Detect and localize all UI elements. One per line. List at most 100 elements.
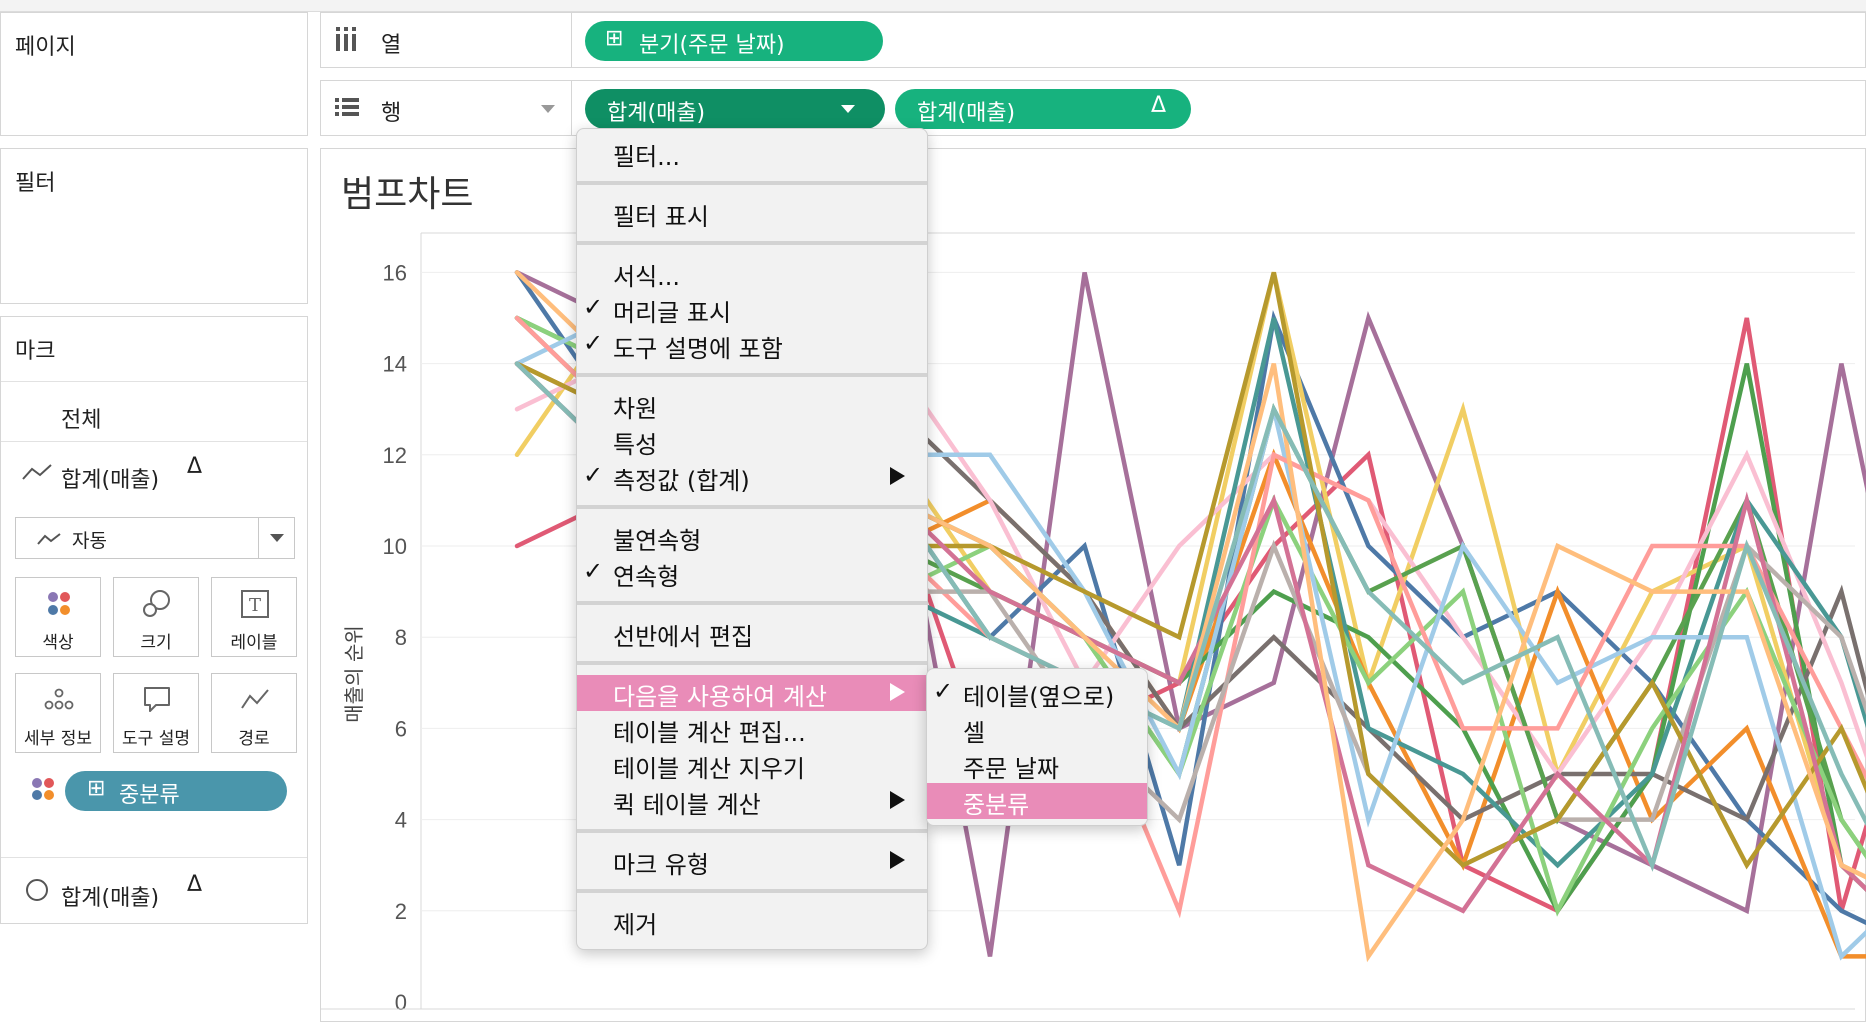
color-button[interactable]: 색상	[15, 577, 101, 657]
path-icon	[241, 689, 269, 709]
rows-pill-sales-1[interactable]: 합계(매출)	[585, 89, 885, 129]
detail-button-label: 세부 정보	[24, 729, 92, 749]
chevron-down-icon[interactable]	[258, 518, 294, 558]
submenu-item-cell[interactable]: 셀	[927, 711, 1147, 747]
path-button-label: 경로	[238, 729, 270, 749]
size-icon	[143, 590, 170, 617]
line-mark-icon	[37, 533, 61, 545]
columns-icon	[336, 27, 356, 51]
menu-item-dimension[interactable]: 차원	[577, 387, 927, 423]
submenu-item-subcategory[interactable]: 중분류	[927, 783, 1147, 819]
menu-item-attribute[interactable]: 특성	[577, 423, 927, 459]
menu-item-quick-table-calc[interactable]: 퀵 테이블 계산	[577, 783, 927, 819]
pages-card: 페이지	[0, 12, 308, 136]
menu-item-show-header[interactable]: ✓ 머리글 표시	[577, 291, 927, 327]
color-field-pill-label: 중분류	[119, 783, 180, 808]
y-tick-label: 6	[395, 716, 407, 741]
detail-button[interactable]: 세부 정보	[15, 673, 101, 753]
tooltip-button-label: 도구 설명	[122, 729, 190, 749]
y-tick-label: 12	[383, 443, 407, 468]
menu-item-edit-in-shelf[interactable]: 선반에서 편집	[577, 615, 927, 651]
tooltip-icon	[144, 687, 170, 712]
path-button[interactable]: 경로	[211, 673, 297, 753]
delta-icon: Δ	[187, 454, 203, 479]
y-tick-label: 14	[383, 352, 407, 377]
y-axis-title: 매출의 순위	[343, 625, 366, 723]
check-icon: ✓	[933, 677, 954, 705]
shelf-divider	[571, 81, 572, 135]
columns-shelf-label: 열	[381, 33, 402, 58]
marks-all-tab[interactable]: 전체	[1, 381, 307, 441]
color-dots-icon	[48, 592, 70, 615]
color-button-label: 색상	[42, 633, 74, 653]
menu-item-clear-table-calc[interactable]: 테이블 계산 지우기	[577, 747, 927, 783]
mark-type-value: 자동	[72, 530, 107, 552]
marks-measure-label: 합계(매출)	[61, 468, 160, 493]
marks-title: 마크	[15, 339, 56, 364]
filters-title: 필터	[15, 171, 56, 196]
y-tick-label: 0	[395, 990, 407, 1015]
tooltip-button[interactable]: 도구 설명	[113, 673, 199, 753]
submenu-arrow-icon	[890, 467, 905, 485]
mark-type-dropdown[interactable]: 자동	[15, 517, 295, 559]
rows-shelf[interactable]: 행 합계(매출) 합계(매출) Δ	[320, 80, 1866, 136]
menu-item-include-in-tooltip[interactable]: ✓ 도구 설명에 포함	[577, 327, 927, 363]
columns-pill-quarter[interactable]: ⊞ 분기(주문 날짜)	[585, 21, 883, 61]
menu-item-format[interactable]: 서식...	[577, 255, 927, 291]
marks-card: 마크 전체 합계(매출) Δ 자동 색상 크기 T 레이블 세부 정보 도구 설…	[0, 316, 308, 924]
color-dots-icon	[32, 778, 54, 800]
menu-separator	[577, 661, 927, 665]
y-tick-label: 4	[395, 808, 407, 833]
menu-item-mark-type[interactable]: 마크 유형	[577, 843, 927, 879]
shelf-divider	[571, 13, 572, 67]
plus-box-icon: ⊞	[605, 26, 624, 51]
line-mark-icon	[22, 464, 52, 480]
y-tick-label: 16	[383, 260, 407, 285]
submenu-arrow-icon	[890, 791, 905, 809]
submenu-item-table-across[interactable]: ✓ 테이블(옆으로)	[927, 675, 1147, 711]
check-icon: ✓	[583, 557, 604, 585]
menu-item-filter[interactable]: 필터...	[577, 135, 927, 171]
menu-item-show-filter[interactable]: 필터 표시	[577, 195, 927, 231]
delta-icon: Δ	[1151, 93, 1167, 118]
label-button[interactable]: T 레이블	[211, 577, 297, 657]
chevron-down-icon[interactable]	[541, 105, 555, 113]
y-tick-label: 8	[395, 625, 407, 650]
svg-text:T: T	[249, 595, 261, 616]
submenu-item-order-date[interactable]: 주문 날짜	[927, 747, 1147, 783]
columns-shelf[interactable]: 열 ⊞ 분기(주문 날짜)	[320, 12, 1866, 68]
rows-pill-label: 합계(매출)	[917, 101, 1016, 126]
marks-measure-tab-circle[interactable]: 합계(매출) Δ	[1, 857, 307, 923]
rows-pill-sales-2[interactable]: 합계(매출) Δ	[895, 89, 1191, 129]
submenu-arrow-icon	[890, 683, 905, 701]
menu-separator	[577, 505, 927, 509]
size-button[interactable]: 크기	[113, 577, 199, 657]
menu-item-measure[interactable]: ✓ 측정값 (합계)	[577, 459, 927, 495]
menu-item-edit-table-calc[interactable]: 테이블 계산 편집...	[577, 711, 927, 747]
menu-item-discrete[interactable]: 불연속형	[577, 519, 927, 555]
menu-item-continuous[interactable]: ✓ 연속형	[577, 555, 927, 591]
filters-card[interactable]: 필터	[0, 148, 308, 304]
label-icon: T	[241, 590, 269, 618]
check-icon: ✓	[583, 329, 604, 357]
size-button-label: 크기	[140, 633, 172, 653]
rows-icon	[335, 98, 359, 116]
color-field-pill[interactable]: ⊞ 중분류	[65, 771, 287, 811]
detail-icon	[44, 688, 74, 710]
caret-down-icon[interactable]	[841, 105, 855, 113]
menu-item-remove[interactable]: 제거	[577, 903, 927, 939]
submenu-arrow-icon	[890, 851, 905, 869]
plus-box-icon: ⊞	[87, 776, 106, 801]
check-icon: ✓	[583, 461, 604, 489]
menu-separator	[577, 181, 927, 185]
marks-measure-tab-line[interactable]: 합계(매출) Δ	[1, 441, 307, 501]
menu-item-compute-using[interactable]: 다음을 사용하여 계산	[577, 675, 927, 711]
top-toolbar-strip	[0, 0, 1866, 12]
menu-separator	[577, 601, 927, 605]
compute-using-submenu: ✓ 테이블(옆으로) 셀 주문 날짜 중분류	[926, 668, 1148, 826]
marks-measure-label: 합계(매출)	[61, 886, 160, 911]
circle-mark-icon	[26, 879, 48, 901]
menu-separator	[577, 889, 927, 893]
bump-chart: 0 2 4 6 8 10 12 14 16 매출의 순위	[321, 232, 1866, 1015]
delta-icon: Δ	[187, 872, 203, 897]
